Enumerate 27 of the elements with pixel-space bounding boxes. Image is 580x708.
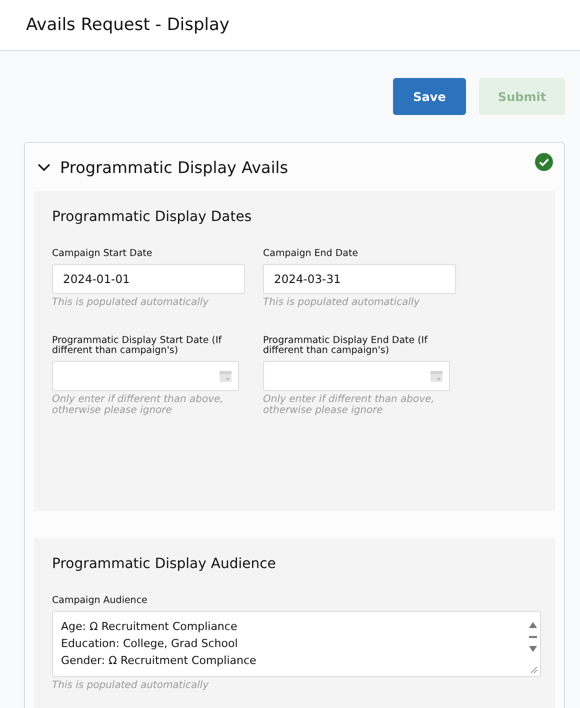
field-label: Campaign Audience <box>52 596 148 606</box>
page-title: Avails Request - Display <box>26 15 230 35</box>
field-label: Programmatic Display End Date (If different than campaign's) <box>263 336 429 356</box>
section-title: Programmatic Display Audience <box>52 556 277 572</box>
date-field[interactable] <box>52 361 239 391</box>
text-line: Education: College, Grad School <box>61 636 239 652</box>
card-title: Programmatic Display Avails <box>60 158 288 176</box>
resize-handle-icon[interactable] <box>530 666 538 674</box>
field-label: Programmatic Display Start Date (If different than campaign's) <box>52 336 223 356</box>
calendar-icon[interactable] <box>219 370 232 382</box>
text-area[interactable]: Age: Ω Recruitment Compliance Education: College, Grad School Gender: Ω Recruitment Compliance <box>52 611 541 677</box>
help-text: This is populated automatically <box>52 297 210 308</box>
date-field[interactable] <box>263 361 450 391</box>
help-text: Only enter if different than above, otherwise please ignore <box>263 394 436 416</box>
help-text: This is populated automatically <box>52 680 210 691</box>
text-line: Age: Ω Recruitment Compliance <box>61 619 238 635</box>
help-text: This is populated automatically <box>263 297 421 308</box>
calendar-icon[interactable] <box>430 370 443 382</box>
input-field[interactable]: 2024-01-01 <box>52 264 245 294</box>
input-field[interactable]: 2024-03-31 <box>263 264 456 294</box>
chevron-icon[interactable] <box>37 162 51 172</box>
section-title: Programmatic Display Dates <box>52 209 253 225</box>
help-text: Only enter if different than above, otherwise please ignore <box>52 394 224 416</box>
text-line: Gender: Ω Recruitment Compliance <box>61 653 258 669</box>
field-label: Campaign End Date <box>263 249 360 259</box>
field-label: Campaign Start Date <box>52 249 154 259</box>
save-button[interactable]: Save <box>393 78 466 115</box>
